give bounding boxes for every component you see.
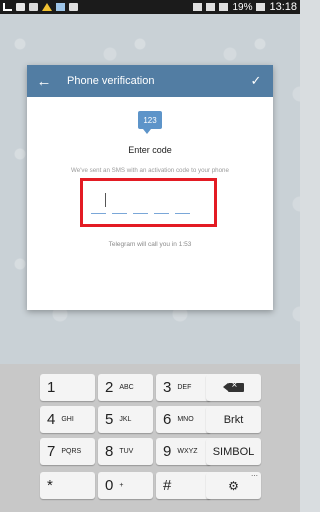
- sim-card-icon: [69, 3, 78, 11]
- status-bar: 19% 13:18: [0, 0, 300, 14]
- signal-bars-icon: [3, 3, 12, 11]
- system-icons: 19% 13:18: [193, 1, 297, 13]
- key-6[interactable]: 6 MNO: [156, 406, 211, 433]
- text-cursor: [105, 193, 106, 207]
- backspace-icon: [222, 380, 244, 392]
- clock: 13:18: [269, 1, 297, 13]
- backspace-key[interactable]: [206, 374, 261, 401]
- checkmark-icon: ✓: [250, 73, 262, 88]
- key-0[interactable]: 0 +: [98, 472, 153, 499]
- key-2[interactable]: 2 ABC: [98, 374, 153, 401]
- digit-slot: [112, 213, 127, 214]
- sms-message: We've sent an SMS with an activation cod…: [71, 167, 229, 174]
- confirm-button[interactable]: ✓: [247, 72, 265, 90]
- digit-slot: [175, 213, 190, 214]
- folder-icon: [16, 3, 25, 11]
- code-bubble-icon: 123: [138, 111, 162, 134]
- code-input-field[interactable]: [80, 178, 217, 227]
- digit-slot: [91, 213, 106, 214]
- notification-icons: [3, 3, 78, 11]
- key-3[interactable]: 3 DEF: [156, 374, 211, 401]
- key-hash[interactable]: #: [156, 472, 211, 499]
- key-star[interactable]: *: [40, 472, 95, 499]
- dialog-header: ← Phone verification ✓: [27, 65, 273, 97]
- digit-slot: [154, 213, 169, 214]
- more-dots-icon: ⋯: [251, 473, 258, 480]
- numeric-keyboard: 1 2 ABC 3 DEF 4 GHI 5 JKL 6 MNO Brkt 7 P…: [0, 364, 300, 512]
- digit-slot: [133, 213, 148, 214]
- key-5[interactable]: 5 JKL: [98, 406, 153, 433]
- image-icon: [56, 3, 65, 11]
- cell-signal-icon: [219, 3, 229, 11]
- next-key[interactable]: Brkt: [206, 406, 261, 433]
- message-icon: [29, 3, 38, 11]
- key-1[interactable]: 1: [40, 374, 95, 401]
- arrow-left-icon: ←: [36, 72, 52, 90]
- key-9[interactable]: 9 WXYZ: [156, 438, 211, 465]
- call-countdown: Telegram will call you in 1:53: [108, 241, 192, 248]
- dialog-title: Phone verification: [67, 75, 155, 87]
- warning-icon: [42, 3, 52, 11]
- wifi-icon: [206, 3, 216, 11]
- key-8[interactable]: 8 TUV: [98, 438, 153, 465]
- battery-percent: 19%: [232, 1, 253, 13]
- key-4[interactable]: 4 GHI: [40, 406, 95, 433]
- back-button[interactable]: ←: [35, 72, 53, 90]
- settings-key[interactable]: ⚙ ⋯: [206, 472, 261, 499]
- mute-icon: [193, 3, 203, 11]
- symbol-key[interactable]: SIMBOL: [206, 438, 261, 465]
- gear-icon: ⚙: [228, 478, 239, 493]
- enter-code-heading: Enter code: [128, 145, 172, 155]
- battery-icon: [256, 3, 266, 11]
- key-7[interactable]: 7 PQRS: [40, 438, 95, 465]
- phone-verification-dialog: ← Phone verification ✓ 123 Enter code We…: [27, 65, 273, 310]
